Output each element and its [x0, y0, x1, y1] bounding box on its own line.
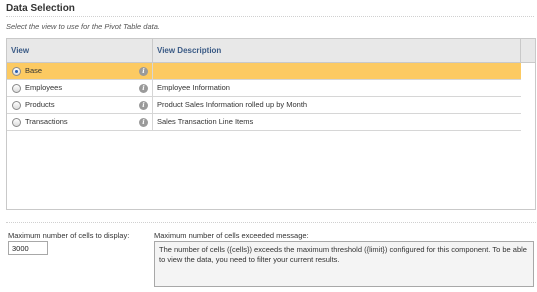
- description-cell: [153, 63, 521, 79]
- title-divider: [6, 16, 534, 17]
- view-cell: Transactions i: [7, 114, 153, 130]
- exceeded-message-textarea[interactable]: The number of cells ({cells}) exceeds th…: [154, 241, 534, 287]
- view-cell: Products i: [7, 97, 153, 113]
- info-icon[interactable]: i: [139, 118, 148, 127]
- column-header-view[interactable]: View: [7, 39, 153, 62]
- grid-row-employees[interactable]: Employees i Employee Information: [7, 80, 521, 97]
- radio-employees[interactable]: [12, 84, 21, 93]
- radio-transactions[interactable]: [12, 118, 21, 127]
- description-cell: Employee Information: [157, 83, 230, 92]
- description-cell: Sales Transaction Line Items: [157, 117, 254, 126]
- view-cell: Employees i: [7, 80, 153, 96]
- radio-base[interactable]: [12, 67, 21, 76]
- max-cells-input[interactable]: [8, 241, 48, 255]
- radio-products[interactable]: [12, 101, 21, 110]
- view-label: Base: [25, 66, 43, 75]
- grid-header: View View Description: [7, 39, 535, 63]
- description-cell: Product Sales Information rolled up by M…: [157, 100, 308, 109]
- column-header-description[interactable]: View Description: [153, 39, 521, 62]
- view-grid: View View Description Base i Employees i…: [6, 38, 536, 210]
- info-icon[interactable]: i: [139, 84, 148, 93]
- view-label: Products: [25, 100, 55, 109]
- column-header-spacer: [521, 39, 535, 62]
- view-label: Transactions: [25, 117, 68, 126]
- max-cells-label: Maximum number of cells to display:: [8, 231, 130, 240]
- exceeded-message-label: Maximum number of cells exceeded message…: [154, 231, 309, 240]
- view-label: Employees: [25, 83, 63, 92]
- section-subtitle: Select the view to use for the Pivot Tab…: [6, 22, 160, 31]
- settings-divider: [6, 222, 536, 223]
- section-title: Data Selection: [6, 3, 75, 14]
- grid-row-base[interactable]: Base i: [7, 63, 521, 80]
- grid-row-products[interactable]: Products i Product Sales Information rol…: [7, 97, 521, 114]
- info-icon[interactable]: i: [139, 67, 148, 76]
- info-icon[interactable]: i: [139, 101, 148, 110]
- grid-row-transactions[interactable]: Transactions i Sales Transaction Line It…: [7, 114, 521, 131]
- view-cell: Base i: [7, 63, 153, 79]
